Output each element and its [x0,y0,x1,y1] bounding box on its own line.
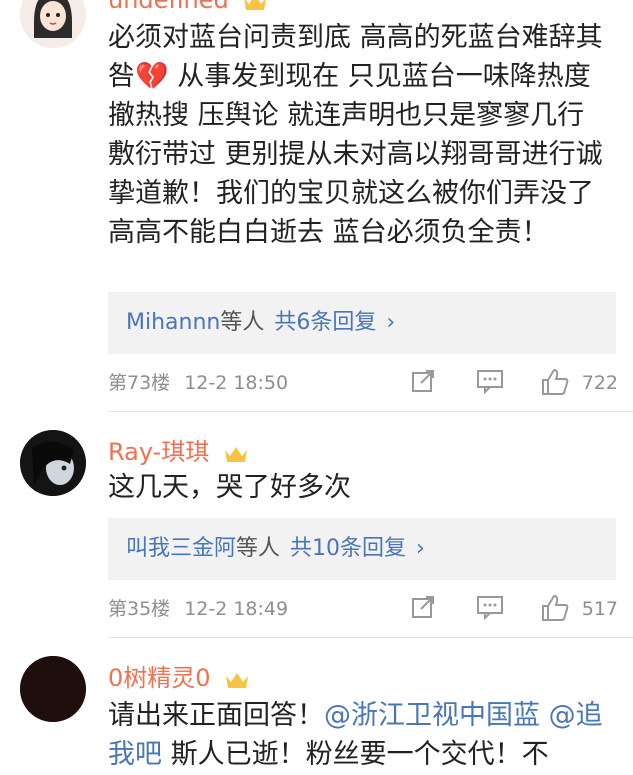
share-icon[interactable] [410,368,436,398]
divider [108,411,633,412]
comment-item: undefined 必须对蓝台问责到底 高高的死蓝台难辞其咎💔 从事发到现在 只… [0,0,633,420]
comment-time: 12-2 18:50 [184,372,289,394]
comment-item: Ray-琪琪 这几天，哭了好多次 叫我三金阿等人 共10条回复 › 第35楼 12-2… [0,420,633,642]
comment-icon[interactable] [476,594,504,624]
vip-crown-icon [223,442,249,470]
comment-meta: 第73楼 12-2 18:50 722 [108,368,618,398]
share-icon[interactable] [410,594,436,624]
avatar[interactable] [20,430,86,496]
comment-username[interactable]: 0树精灵0 [108,658,250,696]
avatar[interactable] [20,656,86,722]
reply-users[interactable]: 叫我三金阿 [126,536,236,561]
floor-number: 第35楼 [108,598,171,620]
reply-etc: 等人 [220,310,265,335]
like-count: 722 [581,372,618,394]
thumbs-up-icon[interactable] [540,594,570,624]
thumbs-up-icon[interactable] [540,368,570,398]
comment-item: 0树精灵0 请出来正面回答！@浙江卫视中国蓝 @追我吧 斯人已逝！粉丝要一个交代… [0,642,633,775]
avatar[interactable] [20,0,86,48]
reply-etc: 等人 [236,536,281,561]
comment-username[interactable]: undefined [108,0,268,18]
reply-users[interactable]: Mihannn [126,310,220,335]
reply-count[interactable]: 共6条回复 [274,310,376,335]
comment-icon[interactable] [476,368,504,398]
reply-summary[interactable]: 叫我三金阿等人 共10条回复 › [108,518,616,580]
like-count: 517 [581,598,618,620]
vip-crown-icon [242,0,268,18]
comment-text: 请出来正面回答！@浙江卫视中国蓝 @追我吧 斯人已逝！粉丝要一个交代！不 [108,700,603,770]
vip-crown-icon [224,668,250,696]
chevron-right-icon: › [416,536,425,561]
divider [108,637,633,638]
comment-meta: 第35楼 12-2 18:49 517 [108,594,618,624]
chevron-right-icon: › [386,310,396,335]
reply-summary[interactable]: Mihannn等人 共6条回复 › [108,292,616,354]
comment-text: 必须对蓝台问责到底 高高的死蓝台难辞其咎💔 从事发到现在 只见蓝台一味降热度 撤… [108,22,603,248]
reply-count[interactable]: 共10条回复 [290,536,406,561]
comment-text: 这几天，哭了好多次 [108,472,351,503]
comment-username[interactable]: Ray-琪琪 [108,432,249,470]
floor-number: 第73楼 [108,372,171,394]
comment-time: 12-2 18:49 [184,598,289,620]
mention-link[interactable]: @浙江卫视中国蓝 [324,700,540,731]
